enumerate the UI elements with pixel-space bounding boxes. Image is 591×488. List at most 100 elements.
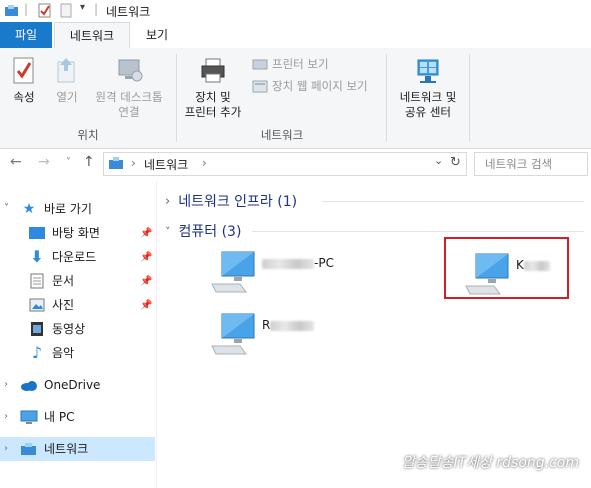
nav-onedrive[interactable]: › OneDrive [4, 374, 100, 396]
nav-item-documents[interactable]: 문서 [28, 270, 74, 292]
collapse-chevron-icon[interactable]: › [4, 374, 20, 396]
ribbon-separator [176, 54, 177, 142]
nav-this-pc[interactable]: › 내 PC [4, 406, 74, 428]
video-icon [28, 321, 46, 337]
properties-qat-icon[interactable] [38, 3, 52, 18]
computer-icon [211, 313, 255, 355]
properties-label: 속성 [13, 90, 35, 104]
nav-item-pictures[interactable]: 사진 [28, 294, 74, 316]
network-sharing-center-button[interactable]: 네트워크 및 공유 센터 [392, 56, 464, 120]
breadcrumb-chevron[interactable]: › [131, 156, 136, 170]
nav-label: 내 PC [44, 410, 75, 424]
pin-icon[interactable]: 📌 [140, 228, 152, 239]
collapse-chevron-icon[interactable]: › [4, 406, 20, 428]
collapse-chevron-icon[interactable]: › [165, 194, 170, 209]
address-bar[interactable]: › 네트워크 › ⌄ ↻ [103, 152, 467, 176]
network-icon [20, 442, 38, 457]
nav-quick-access[interactable]: ˅ ★ 바로 가기 [4, 198, 92, 220]
nav-label: 바로 가기 [44, 202, 92, 216]
redacted-name [262, 258, 314, 269]
network-location-icon [109, 157, 123, 169]
remote-desktop-icon [118, 59, 143, 82]
search-input[interactable]: 네트워크 검색 [474, 152, 588, 176]
computer-name-text: -PC [314, 256, 334, 270]
redacted-name [270, 320, 315, 331]
section-label: 네트워크 인프라 (1) [178, 194, 298, 210]
device-webpage-icon [252, 80, 268, 93]
devices-printers-label-2: 프린터 추가 [184, 105, 242, 119]
section-label: 컴퓨터 (3) [178, 224, 242, 240]
add-devices-printers-button[interactable]: 장치 및 프린터 추가 [180, 56, 246, 120]
section-divider [322, 201, 584, 202]
download-icon: ⬇ [30, 247, 44, 266]
cloud-icon [20, 380, 38, 391]
view-device-webpage-label: 장치 웹 페이지 보기 [272, 79, 368, 93]
computer-name: K [516, 258, 550, 272]
ribbon-tabs: 파일 네트워크 보기 [0, 22, 591, 49]
pane-divider[interactable] [156, 181, 157, 488]
nav-label: 네트워크 [44, 442, 89, 456]
music-icon: ♪ [31, 343, 43, 362]
tab-file[interactable]: 파일 [0, 22, 52, 48]
network-sharing-label-1: 네트워크 및 [399, 90, 457, 104]
title-bar: | ▾ | 네트워크 [0, 0, 591, 22]
nav-item-music[interactable]: ♪ 음악 [28, 342, 74, 364]
computer-item[interactable]: K [464, 250, 564, 300]
view-printers-label: 프린터 보기 [272, 57, 329, 71]
collapse-chevron-icon[interactable]: › [4, 438, 20, 460]
pin-icon[interactable]: 📌 [140, 252, 152, 263]
section-network-infrastructure[interactable]: › 네트워크 인프라 (1) [165, 191, 297, 211]
watermark: 알송달송IT세상 rdsong.com [401, 455, 579, 471]
expand-chevron-icon[interactable]: ˅ [4, 198, 20, 220]
group-label-network: 네트워크 [260, 128, 304, 142]
properties-icon [13, 57, 34, 84]
redacted-name [523, 260, 550, 271]
remote-desktop-label-2: 연결 [118, 105, 140, 119]
qat-dropdown-icon[interactable]: ▾ [80, 2, 85, 13]
computer-icon [20, 410, 38, 425]
nav-label: 바탕 화면 [52, 226, 100, 240]
computer-item[interactable]: R [210, 310, 410, 360]
properties-button[interactable]: 속성 [6, 56, 42, 105]
nav-item-videos[interactable]: 동영상 [28, 318, 85, 340]
open-icon [57, 58, 75, 83]
new-folder-qat-icon[interactable] [60, 3, 72, 18]
breadcrumb-chevron[interactable]: › [202, 156, 207, 170]
nav-label: 문서 [52, 274, 75, 288]
printer-icon [201, 58, 225, 83]
nav-label: 사진 [52, 298, 75, 312]
view-device-webpage-button[interactable]: 장치 웹 페이지 보기 [252, 78, 368, 94]
desktop-icon [28, 227, 46, 239]
expand-chevron-icon[interactable]: ˅ [165, 225, 171, 238]
picture-icon [28, 298, 46, 312]
tab-view[interactable]: 보기 [132, 22, 182, 48]
nav-label: OneDrive [44, 378, 101, 392]
nav-item-desktop[interactable]: 바탕 화면 [28, 222, 100, 244]
nav-item-downloads[interactable]: ⬇ 다운로드 [28, 246, 96, 268]
pin-icon[interactable]: 📌 [140, 300, 152, 311]
network-sharing-icon [417, 59, 439, 83]
nav-network[interactable]: › 네트워크 [4, 438, 88, 460]
section-computers[interactable]: ˅ 컴퓨터 (3) [165, 221, 241, 241]
computer-item[interactable]: -PC [210, 248, 410, 298]
address-dropdown-icon[interactable]: ⌄ [434, 154, 443, 167]
pin-icon[interactable]: 📌 [140, 276, 152, 287]
view-printers-button[interactable]: 프린터 보기 [252, 56, 329, 72]
nav-label: 동영상 [52, 322, 86, 336]
forward-icon[interactable]: → [38, 154, 50, 170]
recent-dropdown-icon[interactable]: ˅ [66, 157, 71, 168]
star-icon: ★ [22, 201, 36, 217]
ribbon-separator [386, 54, 387, 142]
breadcrumb-network[interactable]: 네트워크 [144, 156, 188, 173]
network-sharing-label-2: 공유 센터 [405, 105, 451, 119]
title-divider: | [94, 2, 99, 16]
computer-name-text: R [262, 318, 271, 332]
remote-desktop-label-1: 원격 데스크톱 [95, 90, 163, 104]
refresh-icon[interactable]: ↻ [450, 155, 461, 170]
up-icon[interactable]: ↑ [83, 154, 95, 170]
remote-desktop-button[interactable]: 원격 데스크톱 연결 [88, 56, 170, 120]
back-icon[interactable]: ← [10, 154, 22, 170]
tab-network[interactable]: 네트워크 [54, 22, 130, 49]
open-button[interactable]: 열기 [50, 56, 84, 105]
qat-divider: | [24, 2, 29, 16]
